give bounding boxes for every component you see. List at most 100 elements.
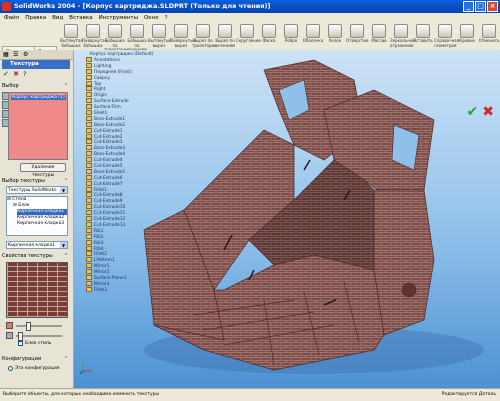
feature-icon bbox=[86, 174, 92, 180]
feature-manager-tab-icon[interactable]: ▦ bbox=[3, 51, 9, 58]
cancel-x-icon[interactable]: ✖ bbox=[13, 70, 19, 78]
toolbar-button-label: Вытянутый вырез bbox=[148, 38, 172, 48]
menu-insert[interactable]: Вставка bbox=[69, 15, 92, 21]
property-manager-tab-icon[interactable]: ☰ bbox=[13, 51, 18, 58]
toolbar-button-icon bbox=[306, 24, 320, 38]
this-configuration-radio[interactable] bbox=[8, 366, 13, 371]
minimize-button[interactable]: _ bbox=[463, 1, 474, 12]
toolbar-button-icon bbox=[86, 24, 100, 38]
toolbar-button[interactable]: Повернутая бобышка bbox=[82, 24, 107, 48]
angle-slider[interactable] bbox=[16, 332, 62, 341]
texture-properties-group-header[interactable]: Свойства текстуры ⌃ bbox=[2, 252, 70, 260]
menu-help[interactable]: ? bbox=[165, 15, 168, 21]
toolbar-button[interactable]: Повернутый вырез bbox=[170, 24, 196, 48]
menu-edit[interactable]: Правка bbox=[25, 15, 46, 21]
feature-icon bbox=[86, 104, 92, 110]
toolbar-button[interactable]: Вытянутый вырез bbox=[148, 24, 172, 48]
selection-group-label: Выбор bbox=[2, 83, 19, 89]
toolbar-button[interactable]: Ребро bbox=[280, 24, 302, 44]
feature-tree-item[interactable]: Fillet3 bbox=[86, 286, 156, 293]
configurations-group-header[interactable]: Конфигурации ⌃ bbox=[2, 355, 70, 363]
toolbar-button[interactable]: Уклон bbox=[324, 24, 346, 44]
texture-tree[interactable]: ⊟ Стена ⊟ Блок Кирпичная кладка1 Кирпичн… bbox=[6, 196, 68, 236]
angle-slider-thumb[interactable] bbox=[18, 332, 23, 341]
scale-slider-thumb[interactable] bbox=[26, 322, 31, 331]
block-style-checkbox[interactable] bbox=[18, 341, 23, 346]
feature-icon bbox=[86, 286, 92, 292]
feature-icon bbox=[86, 239, 92, 245]
help-icon[interactable]: ? bbox=[23, 71, 26, 78]
feature-tree-item-label: Cut-Extrude7 bbox=[94, 181, 123, 187]
toolbar-button[interactable]: Вырез по траектории bbox=[192, 24, 217, 48]
feature-icon bbox=[86, 110, 92, 116]
toolbar-button[interactable]: Вытянутая бобышка bbox=[60, 24, 83, 48]
menu-tools[interactable]: Инструменты bbox=[99, 15, 138, 21]
feature-icon bbox=[86, 263, 92, 269]
toolbar-button[interactable]: Зеркальное отражение bbox=[390, 24, 415, 48]
block-style-label: Блок стиль bbox=[25, 341, 52, 346]
texture-library-select[interactable]: Текстуры SolidWorks ▼ bbox=[6, 186, 68, 194]
feature-tree-item-label: Rib2 bbox=[94, 234, 104, 240]
toolbar-button[interactable]: Массив bbox=[368, 24, 390, 44]
selected-entities-list[interactable]: Корпус картриджа (1) bbox=[8, 92, 68, 160]
maximize-button[interactable]: □ bbox=[475, 1, 486, 12]
feature-icon bbox=[86, 210, 92, 216]
selection-group-header[interactable]: Выбор ⌃ bbox=[2, 82, 70, 90]
menu-view[interactable]: Вид bbox=[52, 15, 63, 21]
texture-preview bbox=[6, 262, 68, 318]
scale-slider[interactable] bbox=[16, 322, 62, 331]
status-mode: Редактируется Деталь bbox=[441, 392, 496, 397]
confirm-check-icon[interactable]: ✔ bbox=[467, 104, 479, 120]
configuration-manager-tab-icon[interactable]: ⚙ bbox=[23, 51, 28, 58]
toolbar-button-label: Массив bbox=[371, 38, 387, 43]
remove-texture-button[interactable]: Удаление текстуры bbox=[20, 163, 66, 178]
menu-window[interactable]: Окно bbox=[144, 15, 159, 21]
toolbar-button[interactable]: Отверстие bbox=[346, 24, 368, 44]
toolbar-button[interactable]: Кривые bbox=[456, 24, 478, 44]
selected-entity[interactable]: Корпус картриджа (1) bbox=[11, 95, 66, 100]
chevron-up-icon: ⌃ bbox=[63, 356, 68, 362]
configurations-label: Конфигурации bbox=[2, 356, 42, 362]
feature-icon bbox=[86, 186, 92, 192]
cancel-x-icon[interactable]: ✖ bbox=[482, 104, 494, 120]
selected-texture-select[interactable]: Кирпичная кладка1 ▼ bbox=[6, 241, 68, 249]
feature-icon bbox=[86, 57, 92, 62]
choose-texture-group-header[interactable]: Выбор текстуры ⌃ bbox=[2, 177, 70, 185]
toolbar-button-icon bbox=[218, 24, 232, 38]
toolbar-button-label: Оболочка bbox=[302, 38, 324, 43]
texture-library-value: Текстуры SolidWorks bbox=[8, 188, 57, 193]
feature-icon bbox=[86, 139, 92, 145]
axis-triad-icon bbox=[80, 362, 92, 374]
toolbar-button[interactable]: Скругление bbox=[236, 24, 261, 44]
feature-icon bbox=[86, 86, 92, 92]
toolbar-button[interactable]: Бобышка по сечениям bbox=[126, 24, 148, 53]
feature-tree-item-label: Сверху bbox=[94, 75, 110, 81]
toolbar-button-icon bbox=[284, 24, 298, 38]
toolbar-button[interactable]: Отменить bbox=[478, 24, 500, 44]
chevron-up-icon: ⌃ bbox=[63, 178, 68, 184]
toolbar-button[interactable]: Оболочка bbox=[302, 24, 324, 44]
menu-file[interactable]: Файл bbox=[4, 15, 19, 21]
toolbar-button[interactable]: Вставить bbox=[412, 24, 434, 44]
toolbar-button-label: Ребро bbox=[284, 38, 298, 43]
toolbar-button-label: Фаска bbox=[262, 38, 276, 43]
toolbar-button-label: Отменить bbox=[478, 38, 500, 43]
toolbar-button-label: Вырез по сечениям bbox=[214, 38, 236, 48]
features-toolbar: Элементы Эскиз Вытянутая бобышкаПовернут… bbox=[0, 22, 500, 59]
toolbar-button[interactable]: Фаска bbox=[258, 24, 280, 44]
feature-icon bbox=[86, 92, 92, 98]
feature-icon bbox=[86, 163, 92, 169]
close-button[interactable]: × bbox=[487, 1, 498, 12]
toolbar-button[interactable]: Бобышка по траектории bbox=[104, 24, 129, 53]
chevron-down-icon: ▼ bbox=[60, 187, 67, 193]
ok-check-icon[interactable]: ✔ bbox=[3, 70, 9, 78]
toolbar-button-icon bbox=[262, 24, 276, 38]
angle-icon bbox=[6, 332, 13, 339]
flyout-feature-tree: Annotations Lighting Передняя (Front) Сверх… bbox=[86, 57, 156, 293]
toolbar-button[interactable]: Вырез по сечениям bbox=[214, 24, 236, 48]
chevron-down-icon: ▼ bbox=[60, 242, 67, 248]
feature-icon bbox=[86, 168, 92, 174]
toolbar-button-icon bbox=[350, 24, 364, 38]
toolbar-button[interactable]: Справочная геометрия bbox=[434, 24, 459, 48]
texture-tree-item[interactable]: Кирпичная кладка3 bbox=[7, 221, 67, 227]
